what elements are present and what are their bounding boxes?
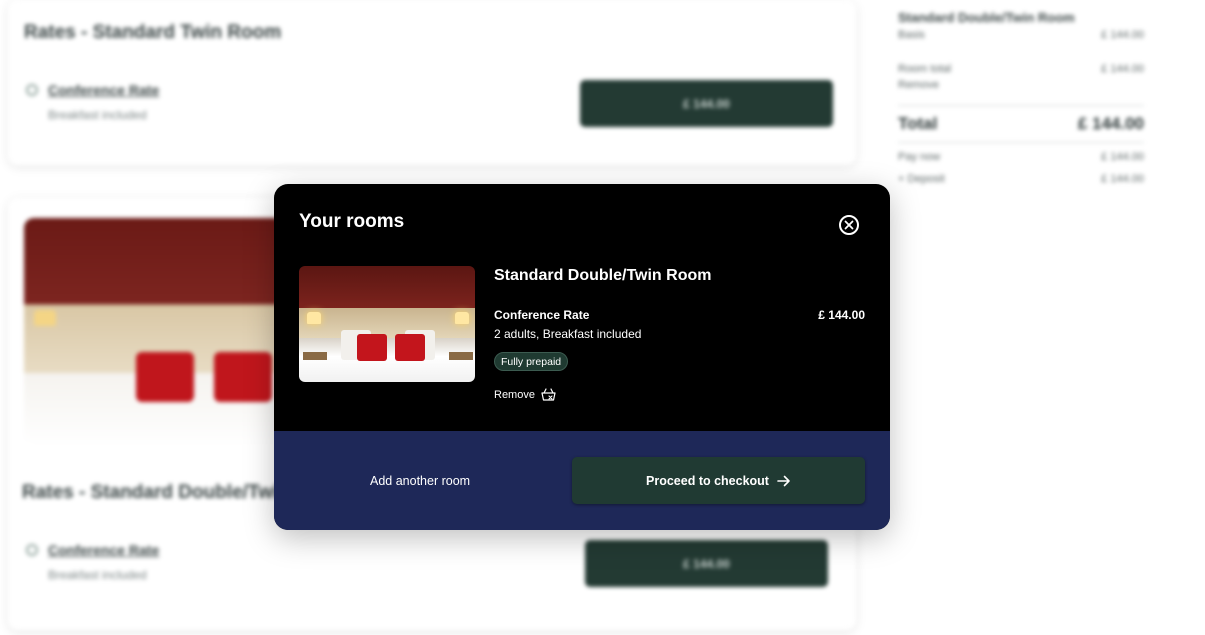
rate-link[interactable]: Conference Rate (48, 82, 159, 98)
rate-subtitle: Breakfast included (48, 108, 147, 122)
summary-room-total-row: Room total £ 144.00 (898, 63, 1144, 75)
summary-total-row: Total £ 144.00 (898, 105, 1144, 143)
rates-card-twin: Rates - Standard Twin Room Conference Ra… (8, 0, 856, 165)
rate-radio[interactable] (26, 84, 38, 96)
summary-remove-row[interactable]: Remove (898, 79, 1144, 91)
rate-radio[interactable] (26, 544, 38, 556)
lamp-shape (307, 312, 321, 324)
lamp-shape (34, 310, 56, 326)
rate-subtitle: Breakfast included (48, 568, 147, 582)
proceed-to-checkout-button[interactable]: Proceed to checkout (572, 457, 865, 504)
price-label: £ 144.00 (683, 556, 730, 571)
price-label: £ 144.00 (683, 96, 730, 111)
pillow-shape (357, 334, 387, 361)
remove-label: Remove (494, 388, 535, 401)
pillow-shape (395, 334, 425, 361)
booking-summary: Standard Double/Twin Room Basis £ 144.00 … (898, 10, 1144, 189)
room-price: £ 144.00 (818, 308, 865, 322)
pillow-shape (136, 352, 194, 402)
arrow-right-icon (777, 475, 790, 486)
add-another-room-button[interactable]: Add another room (370, 474, 470, 488)
modal-footer: Add another room Proceed to checkout (274, 431, 890, 530)
summary-deposit-row: + Deposit £ 144.00 (898, 173, 1144, 185)
remove-room-button[interactable]: Remove (494, 388, 556, 401)
room-name: Standard Double/Twin Room (494, 267, 712, 284)
select-rate-button[interactable]: £ 144.00 (580, 80, 833, 127)
rates-title: Rates - Standard Twin Room (24, 22, 282, 43)
fully-prepaid-badge: Fully prepaid (494, 352, 569, 371)
modal-title: Your rooms (299, 211, 405, 232)
room-details: 2 adults, Breakfast included (494, 327, 642, 341)
rate-link[interactable]: Conference Rate (48, 542, 159, 558)
lamp-shape (455, 312, 469, 324)
select-rate-button[interactable]: £ 144.00 (585, 540, 828, 587)
summary-room-title: Standard Double/Twin Room (898, 10, 1075, 25)
close-icon (844, 220, 854, 230)
nightstand-shape (449, 352, 473, 360)
pillow-shape (214, 352, 272, 402)
summary-basis-row: Basis £ 144.00 (898, 29, 1144, 41)
nightstand-shape (303, 352, 327, 360)
summary-pay-now-row: Pay now £ 144.00 (898, 151, 1144, 163)
room-photo (299, 266, 475, 382)
your-rooms-modal: Your rooms Standard Double/Twin Room Con… (274, 184, 890, 530)
close-button[interactable] (839, 215, 859, 235)
rate-name: Conference Rate (494, 308, 590, 322)
basket-remove-icon (541, 388, 556, 401)
checkout-label: Proceed to checkout (646, 473, 769, 488)
